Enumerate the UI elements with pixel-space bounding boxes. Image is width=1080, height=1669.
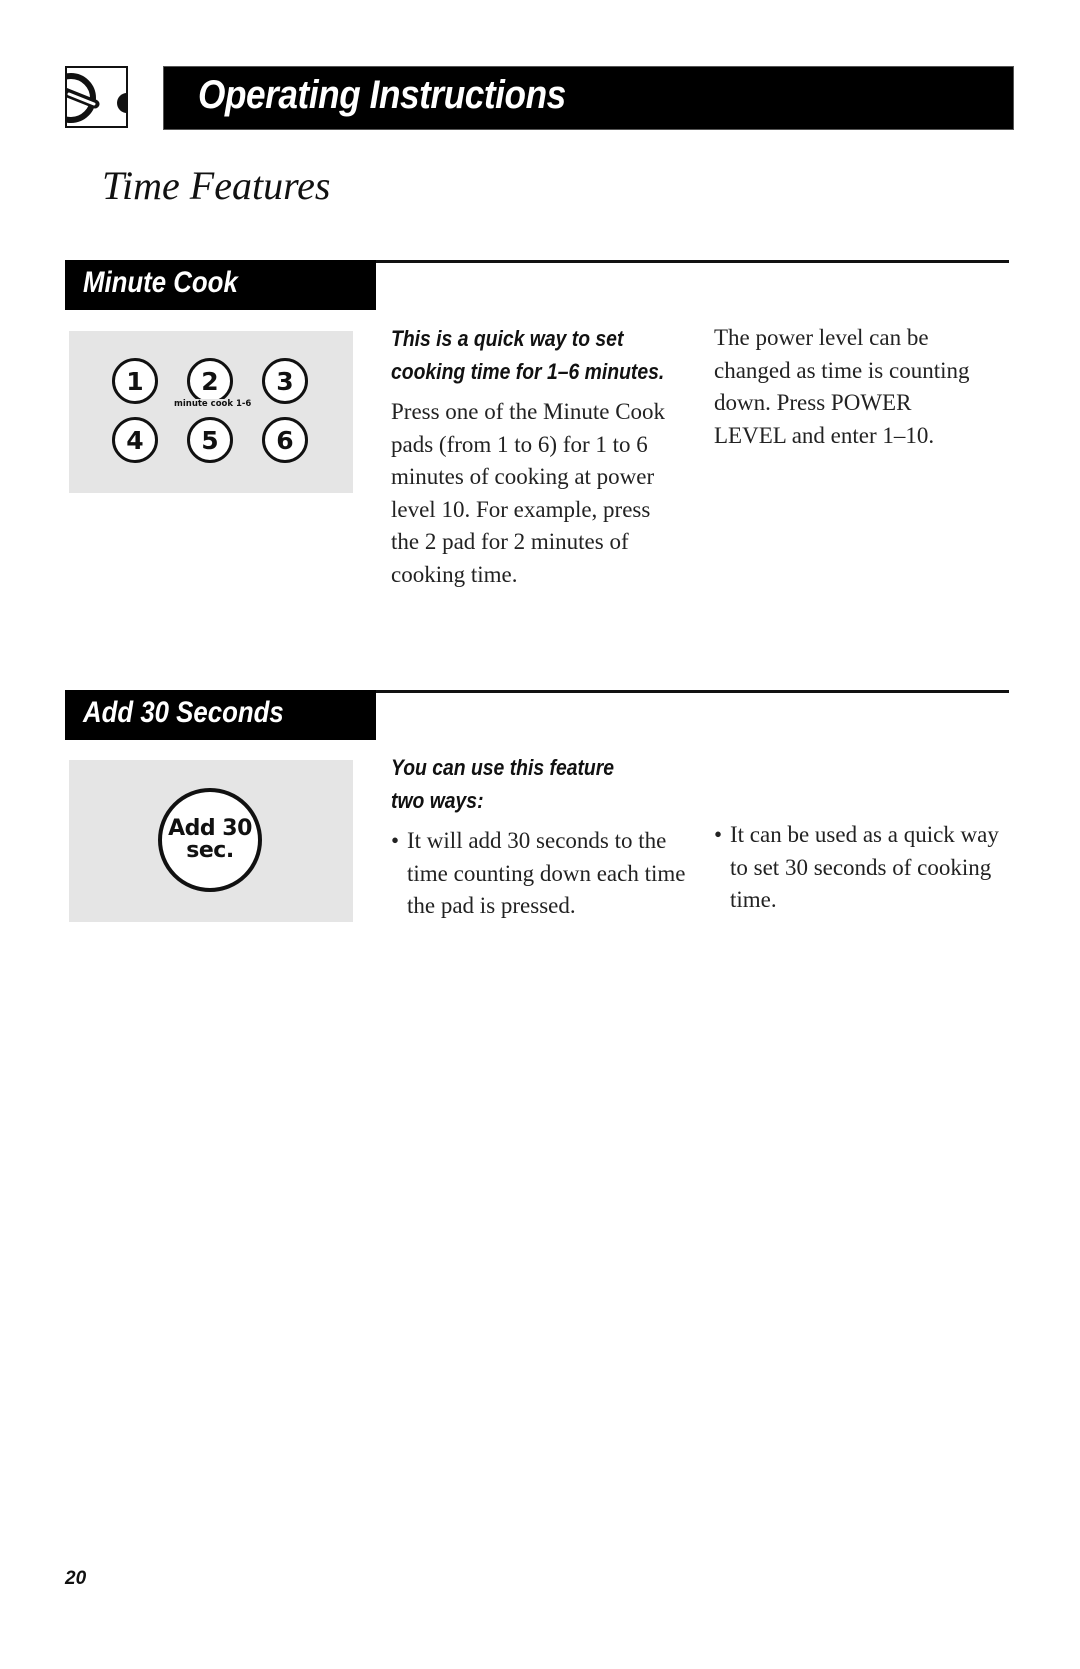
page-title: Time Features [102, 163, 331, 208]
bullet-text: It can be used as a quick way to set 30 … [730, 822, 999, 912]
lead-line: cooking time for 1–6 minutes. [391, 359, 665, 384]
minute-cook-pad-6: 6 [262, 417, 308, 463]
add-30-main-column: You can use this feature two ways: • It … [391, 751, 691, 923]
add-30-seconds-illustration: Add 30 sec. [69, 760, 353, 922]
minute-cook-pad-4: 4 [112, 417, 158, 463]
lead-line: You can use this feature [391, 755, 615, 780]
section-header-add-30-seconds: Add 30 Seconds [65, 690, 376, 740]
minute-cook-pad-5: 5 [187, 417, 233, 463]
bullet-item: • It can be used as a quick way to set 3… [714, 819, 1016, 917]
bullet-text: It will add 30 seconds to the time count… [407, 828, 686, 918]
minute-cook-description: Press one of the Minute Cook pads (from … [391, 399, 666, 587]
add-30-sec-pad: Add 30 sec. [158, 788, 262, 892]
pad-line: sec. [186, 838, 234, 863]
keypad-caption: minute cook 1-6 [173, 399, 253, 409]
section-header-minute-cook: Minute Cook [65, 260, 376, 310]
page-number: 20 [65, 1568, 87, 1589]
pad-line: Add 30 [168, 816, 252, 841]
bullet-item: • It will add 30 seconds to the time cou… [391, 825, 697, 923]
bullet-icon: • [714, 822, 723, 847]
minute-cook-pad-2: 2 [187, 358, 233, 404]
header-bar: Operating Instructions [163, 66, 1014, 130]
minute-cook-keypad-illustration: 1 2 3 minute cook 1-6 4 5 6 [69, 331, 353, 493]
minute-cook-main-column: This is a quick way to set cooking time … [391, 322, 691, 591]
section-title: Minute Cook [83, 266, 238, 299]
minute-cook-pad-3: 3 [262, 358, 308, 404]
minute-cook-pad-1: 1 [112, 358, 158, 404]
control-dial-icon [65, 66, 128, 128]
power-level-note: The power level can be changed as time i… [714, 325, 970, 448]
section-title: Add 30 Seconds [83, 696, 284, 729]
header-title: Operating Instructions [198, 73, 566, 117]
lead-line: This is a quick way to set [391, 326, 624, 351]
bullet-icon: • [391, 828, 400, 853]
lead-line: two ways: [391, 788, 484, 813]
